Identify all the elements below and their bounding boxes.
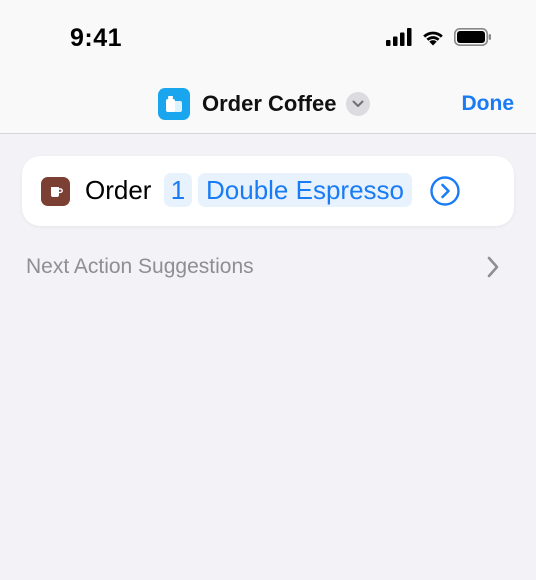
wifi-icon [421, 28, 445, 46]
shortcut-title: Order Coffee [202, 91, 337, 116]
status-time: 9:41 [70, 24, 123, 52]
cellular-signal-icon [386, 28, 412, 46]
status-icons [386, 28, 492, 46]
shortcut-icon [158, 88, 190, 120]
next-action-suggestions-row[interactable]: Next Action Suggestions [26, 252, 500, 282]
order-action-card[interactable]: Order 1 Double Espresso [22, 156, 514, 226]
done-button[interactable]: Done [462, 92, 515, 116]
top-bar: 9:41 Order Coffee Done [0, 0, 536, 134]
chevron-down-icon[interactable] [346, 92, 371, 116]
quantity-parameter[interactable]: 1 [164, 173, 192, 207]
shortcut-title-menu[interactable]: Order Coffee [158, 88, 371, 120]
action-verb: Order [85, 175, 152, 205]
item-parameter[interactable]: Double Espresso [198, 173, 412, 207]
coffee-cup-icon [41, 177, 70, 206]
chevron-right-icon [486, 255, 500, 284]
chevron-right-circle-icon[interactable] [430, 176, 460, 206]
suggestions-label: Next Action Suggestions [26, 255, 254, 278]
battery-icon [454, 28, 492, 46]
